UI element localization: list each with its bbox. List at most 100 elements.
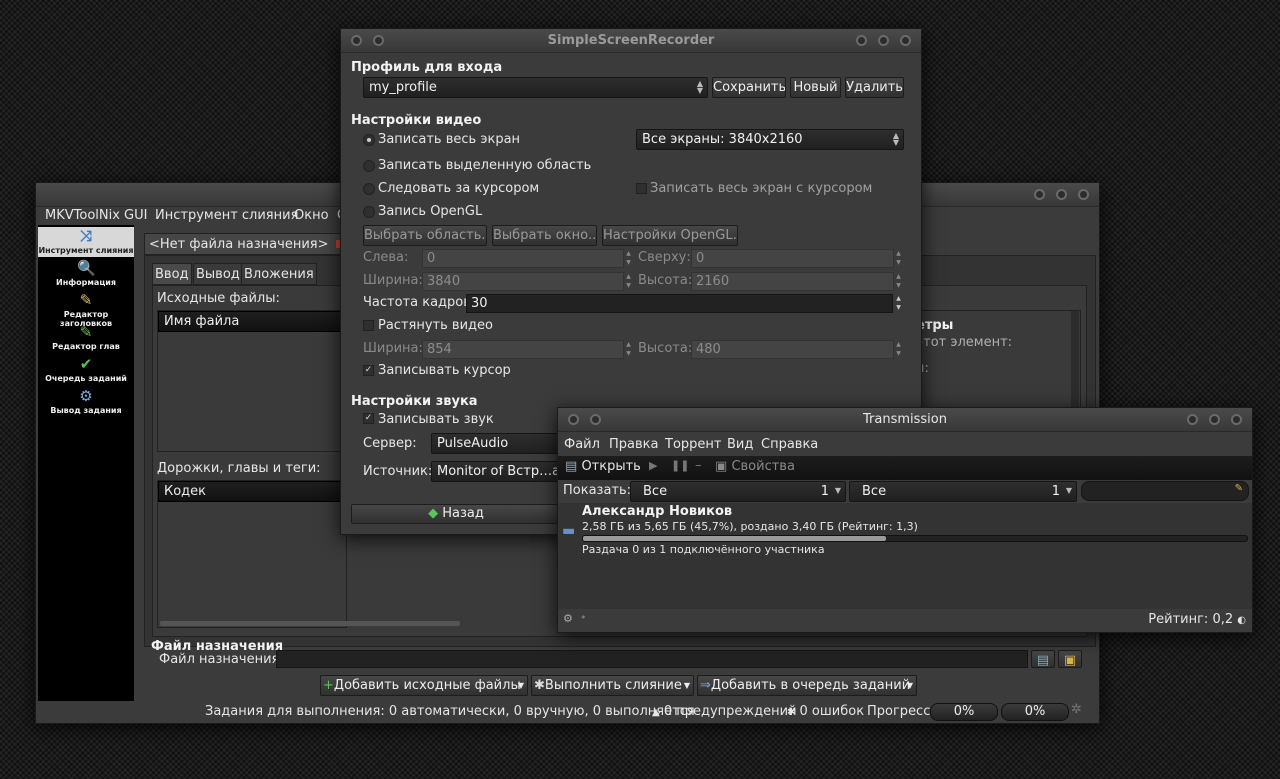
fps-spinner-icon[interactable]: ▲ ▼	[894, 294, 903, 313]
pause-icon[interactable]: ❚❚	[671, 459, 689, 472]
destination-input[interactable]	[276, 650, 1028, 668]
open-folder-button[interactable]: ▣	[1058, 650, 1082, 668]
turtle-icon[interactable]: •	[580, 611, 587, 624]
scaled-height-spinner-icon[interactable]: ▲ ▼	[894, 340, 903, 359]
add-source-files-button[interactable]: +Добавить исходные файлы ▼	[320, 675, 528, 696]
tab-output[interactable]: Вывод	[193, 263, 243, 285]
start-merge-button[interactable]: ✱Выполнить слияние ▼	[531, 675, 694, 696]
maximize-icon[interactable]	[1187, 414, 1198, 425]
activity-filter-select[interactable]: Все 1 ▼	[630, 481, 846, 502]
tracker-filter-select[interactable]: Все 1 ▼	[849, 481, 1077, 502]
delete-profile-button[interactable]: Удалить	[845, 77, 904, 98]
scaled-width-input[interactable]: 854	[422, 340, 624, 359]
menu-edit[interactable]: Правка	[609, 437, 658, 452]
record-opengl-label[interactable]: Запись OpenGL	[378, 204, 482, 219]
scale-video-label[interactable]: Растянуть видео	[378, 318, 493, 333]
mkv-menu-merge[interactable]: Инструмент слияния	[155, 208, 298, 223]
record-audio-checkbox[interactable]: ✓	[363, 413, 374, 424]
profile-select[interactable]: my_profile ▲ ▼	[363, 77, 708, 98]
scale-video-checkbox[interactable]	[363, 320, 374, 331]
torrent-info: 2,58 ГБ из 5,65 ГБ (45,7%), роздано 3,40…	[582, 520, 918, 533]
menu-file[interactable]: Файл	[564, 437, 600, 452]
top-spinner-icon[interactable]: ▲ ▼	[894, 249, 903, 268]
width-spinner-icon[interactable]: ▲ ▼	[624, 272, 633, 291]
restore-icon[interactable]	[878, 35, 889, 46]
follow-cursor-radio[interactable]	[363, 183, 375, 195]
record-audio-label[interactable]: Записывать звук	[378, 412, 494, 427]
screen-select[interactable]: Все экраны: 3840x2160 ▲ ▼	[636, 129, 904, 150]
warnings-count[interactable]: ▲ 0 предупреждений	[652, 704, 797, 719]
select-window-button[interactable]: Выбрать окно...	[492, 225, 597, 246]
tab-attachments[interactable]: Вложения	[241, 263, 317, 285]
horizontal-scrollbar[interactable]	[160, 621, 460, 626]
top-input[interactable]: 0	[691, 249, 894, 268]
sidebar-item-chapter-editor[interactable]: ✎ Редактор глав	[38, 323, 134, 351]
record-area-radio[interactable]	[363, 160, 375, 172]
restore-icon[interactable]	[1209, 414, 1220, 425]
torrent-search-input[interactable]: ✎	[1081, 481, 1249, 501]
preferences-icon[interactable]: ⚙	[563, 612, 573, 625]
clear-search-icon[interactable]: ✎	[1235, 483, 1243, 494]
transmission-titlebar[interactable]: Transmission	[558, 408, 1252, 432]
browse-destination-button[interactable]: ▤	[1031, 650, 1055, 668]
record-cursor-checkbox[interactable]: ✓	[363, 365, 374, 376]
minimize-icon[interactable]	[1034, 189, 1045, 200]
shade-icon[interactable]	[900, 35, 911, 46]
shade-icon[interactable]	[1231, 414, 1242, 425]
ssr-titlebar[interactable]: SimpleScreenRecorder	[341, 29, 921, 53]
remove-icon[interactable]: –	[695, 458, 702, 473]
menu-view[interactable]: Вид	[727, 437, 753, 452]
mkv-menu-window[interactable]: Окно	[294, 208, 329, 223]
select-area-button[interactable]: Выбрать область...	[363, 225, 487, 246]
height-input[interactable]: 2160	[691, 272, 894, 291]
fps-input[interactable]: 30	[466, 294, 893, 313]
dropdown-arrow-icon[interactable]: ▼	[684, 676, 690, 695]
properties-button[interactable]: ▣ Свойства	[715, 459, 795, 474]
record-full-radio[interactable]	[363, 134, 375, 146]
record-full-cursor-label[interactable]: Записать весь экран с курсором	[650, 181, 872, 196]
record-cursor-label[interactable]: Записывать курсор	[378, 363, 511, 378]
source-select[interactable]: Monitor of Встр…ал	[431, 461, 561, 482]
back-button[interactable]: ◆ Назад	[351, 504, 561, 524]
sidebar-item-info[interactable]: 🔍 Информация	[38, 259, 134, 287]
left-input[interactable]: 0	[422, 249, 624, 268]
opengl-settings-button[interactable]: Настройки OpenGL...	[602, 225, 738, 246]
record-opengl-radio[interactable]	[363, 206, 375, 218]
file-name-column[interactable]: Имя файла	[158, 311, 346, 332]
menu-torrent[interactable]: Торрент	[665, 437, 721, 452]
left-spinner-icon[interactable]: ▲ ▼	[624, 249, 633, 268]
mkv-sidebar: ⤨ Инструмент слияния 🔍 Информация ✎ Редакто…	[38, 225, 134, 701]
dropdown-arrow-icon[interactable]: ▼	[518, 676, 524, 695]
doc-tab[interactable]: <Нет файла назначения>	[144, 233, 349, 255]
record-area-label[interactable]: Записать выделенную область	[378, 158, 591, 173]
sidebar-item-merge[interactable]: ⤨ Инструмент слияния	[38, 227, 134, 257]
add-to-queue-button[interactable]: ⇒Добавить в очередь заданий ▼	[697, 675, 917, 696]
scaled-height-input[interactable]: 480	[691, 340, 894, 359]
follow-cursor-label[interactable]: Следовать за курсором	[378, 181, 539, 196]
sidebar-item-job-queue[interactable]: ✔ Очередь заданий	[38, 355, 134, 383]
scaled-width-spinner-icon[interactable]: ▲ ▼	[624, 340, 633, 359]
torrent-progress-bar	[582, 535, 1248, 542]
sidebar-item-job-output[interactable]: ⚙ Вывод задания	[38, 387, 134, 415]
height-spinner-icon[interactable]: ▲ ▼	[894, 272, 903, 291]
dropdown-arrow-icon[interactable]: ▼	[907, 676, 913, 695]
record-full-cursor-checkbox[interactable]	[636, 183, 647, 194]
close-icon[interactable]	[1078, 189, 1089, 200]
server-select[interactable]: PulseAudio	[431, 433, 561, 454]
start-icon[interactable]: ▶	[649, 459, 657, 472]
mkv-menu-app[interactable]: MKVToolNix GUI	[45, 208, 147, 223]
torrent-name[interactable]: Александр Новиков	[582, 504, 732, 519]
open-button[interactable]: ▤ Открыть	[565, 459, 641, 474]
width-input[interactable]: 3840	[422, 272, 624, 291]
maximize-icon[interactable]	[856, 35, 867, 46]
errors-count[interactable]: ✱ 0 ошибок	[787, 704, 864, 719]
maximize-icon[interactable]	[1056, 189, 1067, 200]
record-full-label[interactable]: Записать весь экран	[378, 132, 520, 147]
menu-help[interactable]: Справка	[761, 437, 818, 452]
new-profile-button[interactable]: Новый	[790, 77, 841, 98]
tab-input[interactable]: Ввод	[152, 263, 192, 285]
ratio-status[interactable]: Рейтинг: 0,2 ◐	[1148, 612, 1246, 627]
save-profile-button[interactable]: Сохранить	[712, 77, 786, 98]
codec-column[interactable]: Кодек	[158, 481, 346, 502]
tracks-list[interactable]	[157, 480, 347, 628]
